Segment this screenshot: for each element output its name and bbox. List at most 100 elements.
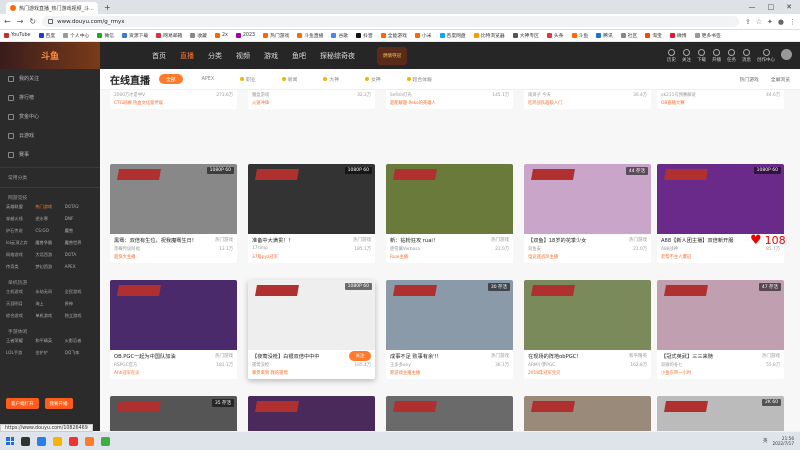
category-link[interactable]: 梦幻西游	[35, 264, 64, 270]
streamer-name[interactable]: 夜莺没枪	[252, 362, 269, 368]
live-room-card[interactable]: 1080P 60 黑骞：双倍有生位，祝我魔骞生日! 热门游戏 黑骞传说阿福 13.1万超…	[110, 164, 237, 263]
category-link[interactable]: 单机游戏	[35, 313, 64, 319]
browser-tab[interactable]: 热门游戏直播_热门游戏视频_斗... ×	[6, 2, 98, 14]
search-icon[interactable]	[21, 436, 30, 446]
nav-item[interactable]: 探秘综奇夜	[320, 51, 355, 61]
live-room-card[interactable]	[524, 396, 651, 431]
maximize-icon[interactable]: □	[768, 3, 775, 11]
sidebar-item[interactable]: 我的关注	[0, 69, 100, 88]
category-link[interactable]: 全民游戏	[65, 289, 94, 295]
clock[interactable]: 21:56 2022/7/17	[773, 436, 794, 446]
bookmark-item[interactable]: 抖音	[356, 32, 373, 39]
streamer-name[interactable]: 2000万才是中V	[114, 92, 145, 98]
profile-icon[interactable]: ●	[778, 18, 784, 26]
stream-thumbnail[interactable]: 1080P 60	[657, 164, 784, 234]
room-title[interactable]: 准备中大满贯！！	[252, 237, 294, 244]
room-title[interactable]: 新：钻粉狂攻 ruai！	[390, 237, 438, 244]
bookmark-item[interactable]: 2x	[214, 33, 228, 38]
filter-chip[interactable]: 全部	[159, 74, 183, 84]
filter-chip[interactable]: 女神	[358, 74, 388, 84]
category-link[interactable]: 传奇类	[6, 264, 35, 270]
live-room-card[interactable]: 小着同学六点半再来啦和平精英雨滴子 今天30.4万吃鸡战队超级入门	[524, 90, 651, 109]
bookmark-item[interactable]: 微信	[97, 32, 114, 39]
category-link[interactable]: 热门游戏	[35, 204, 64, 210]
streamer-name[interactable]: 雨滴子 今天	[528, 92, 551, 98]
bookmark-item[interactable]: 头条	[546, 32, 564, 39]
nav-item[interactable]: 直播	[180, 51, 194, 61]
forward-icon[interactable]: →	[17, 17, 24, 26]
stream-thumbnail[interactable]: 30 存活	[386, 280, 513, 350]
language-indicator[interactable]: 英	[763, 438, 768, 444]
header-tool[interactable]: 消息	[742, 48, 751, 63]
filter-chip[interactable]: 职业	[233, 74, 263, 84]
category-link[interactable]: 海上	[35, 301, 64, 307]
bookmark-item[interactable]: 全能游戏	[380, 32, 407, 39]
new-tab-button[interactable]: +	[104, 2, 111, 14]
stream-thumbnail[interactable]: 35 存活	[110, 396, 237, 431]
filter-chip[interactable]: APEX	[195, 74, 222, 84]
nav-item[interactable]: 分类	[208, 51, 222, 61]
header-tool[interactable]: 关注	[682, 48, 691, 63]
category-link[interactable]: QQ飞车	[65, 350, 94, 356]
category-link[interactable]: APEX	[65, 264, 94, 270]
bookmark-item[interactable]: 微博	[669, 32, 687, 39]
sidebar-item[interactable]: 云游戏	[0, 126, 100, 145]
nav-item[interactable]: 游戏	[264, 51, 278, 61]
category-link[interactable]: DNF	[65, 216, 94, 222]
header-tool[interactable]: 下载	[697, 48, 706, 63]
bookmark-item[interactable]: 百度网盘	[439, 32, 466, 39]
nav-item[interactable]: 视频	[236, 51, 250, 61]
reload-icon[interactable]: ↻	[29, 17, 36, 26]
live-room-card[interactable]: 1080P 60 准备中大满贯！！ 热门游戏 17simp 185.1万 37级pyz冠军	[248, 164, 375, 263]
category-link[interactable]: 和平精英	[35, 338, 64, 344]
category-link[interactable]: 永劫无间	[35, 289, 64, 295]
category-link[interactable]: 网络游戏	[6, 252, 35, 258]
live-room-card[interactable]: 新：钻粉狂攻 ruai！ 热门游戏 肥雪翼Verbosa 21.0万 Ruai主播	[386, 164, 513, 263]
live-room-card[interactable]: [魔盒]【KD五百强帮队】可等可退热门游戏魔盒游戏32.2万火速冲锋	[248, 90, 375, 109]
client-open-button[interactable]: 客户端打开	[6, 398, 39, 409]
stream-thumbnail[interactable]: 2K 60	[657, 396, 784, 431]
stream-thumbnail[interactable]	[386, 396, 513, 431]
douyu-app-icon[interactable]	[85, 436, 94, 446]
bookmark-item[interactable]: 斗鱼	[571, 32, 588, 39]
room-title[interactable]: 【冠式英武】三三来随	[661, 353, 713, 360]
bookmark-item[interactable]: 热门游戏	[263, 32, 289, 39]
room-title[interactable]: 成事不足 败事有余'!!	[390, 353, 439, 360]
edge-icon[interactable]	[37, 436, 46, 446]
streamer-name[interactable]: Sefish灯光	[390, 92, 412, 98]
stream-thumbnail[interactable]: 47 存活	[657, 280, 784, 350]
category-link[interactable]: DOTA2	[65, 204, 94, 210]
avatar[interactable]	[781, 49, 792, 60]
live-room-card[interactable]: 【1条回卡帕金牌】青青姐姐热门游戏2000万才是中V273.6万CTG斑斓 热血…	[110, 90, 237, 109]
sidebar-item[interactable]: 排行榜	[0, 88, 100, 107]
category-link[interactable]: CS:GO	[35, 228, 64, 234]
bookmark-item[interactable]: 社区	[620, 32, 637, 39]
stream-thumbnail[interactable]: 1080P 60	[248, 280, 375, 350]
stream-thumbnail[interactable]	[110, 280, 237, 350]
category-link[interactable]: 金铲铲	[35, 350, 64, 356]
category-link[interactable]: 魔兽争霸	[35, 240, 64, 246]
bookmark-item[interactable]: 腾讯	[596, 32, 613, 39]
category-link[interactable]: 炉石传说	[6, 228, 35, 234]
extensions-icon[interactable]: ✦	[767, 18, 773, 26]
streamer-name[interactable]: 黑骞传说阿福	[114, 246, 140, 252]
nav-item[interactable]: 首页	[152, 51, 166, 61]
streamer-name[interactable]: ARM小梦PGC	[528, 362, 555, 368]
bookmark-item[interactable]: YouTube	[4, 33, 31, 38]
close-window-icon[interactable]: ✕	[786, 3, 792, 11]
back-icon[interactable]: ←	[4, 17, 11, 26]
category-link[interactable]: 魔兽世界	[65, 240, 94, 246]
live-room-card[interactable]: OB.PGC一起为中国队加油 热门游戏 RSPGC官方 181.1万 Ahh冠军在尖	[110, 280, 237, 379]
bookmark-item[interactable]: 更多书签	[694, 32, 721, 39]
category-link[interactable]: DOTA	[65, 252, 94, 258]
category-link[interactable]: 天涯明月	[6, 301, 35, 307]
start-stream-button[interactable]: 我要开播	[44, 398, 73, 409]
room-title[interactable]: 在现场的阵地obPGC!	[528, 353, 578, 360]
category-link[interactable]: 穿越火线	[6, 216, 35, 222]
bookmark-item[interactable]: 百度	[38, 32, 55, 39]
streamer-name[interactable]: 双微的冬七	[661, 362, 682, 368]
nav-item[interactable]: 鱼吧	[292, 51, 306, 61]
header-tool[interactable]: 开播	[712, 48, 721, 63]
fullscreen-browse-link[interactable]: 全屏浏览	[771, 76, 790, 83]
header-tool[interactable]: 任务	[727, 48, 736, 63]
